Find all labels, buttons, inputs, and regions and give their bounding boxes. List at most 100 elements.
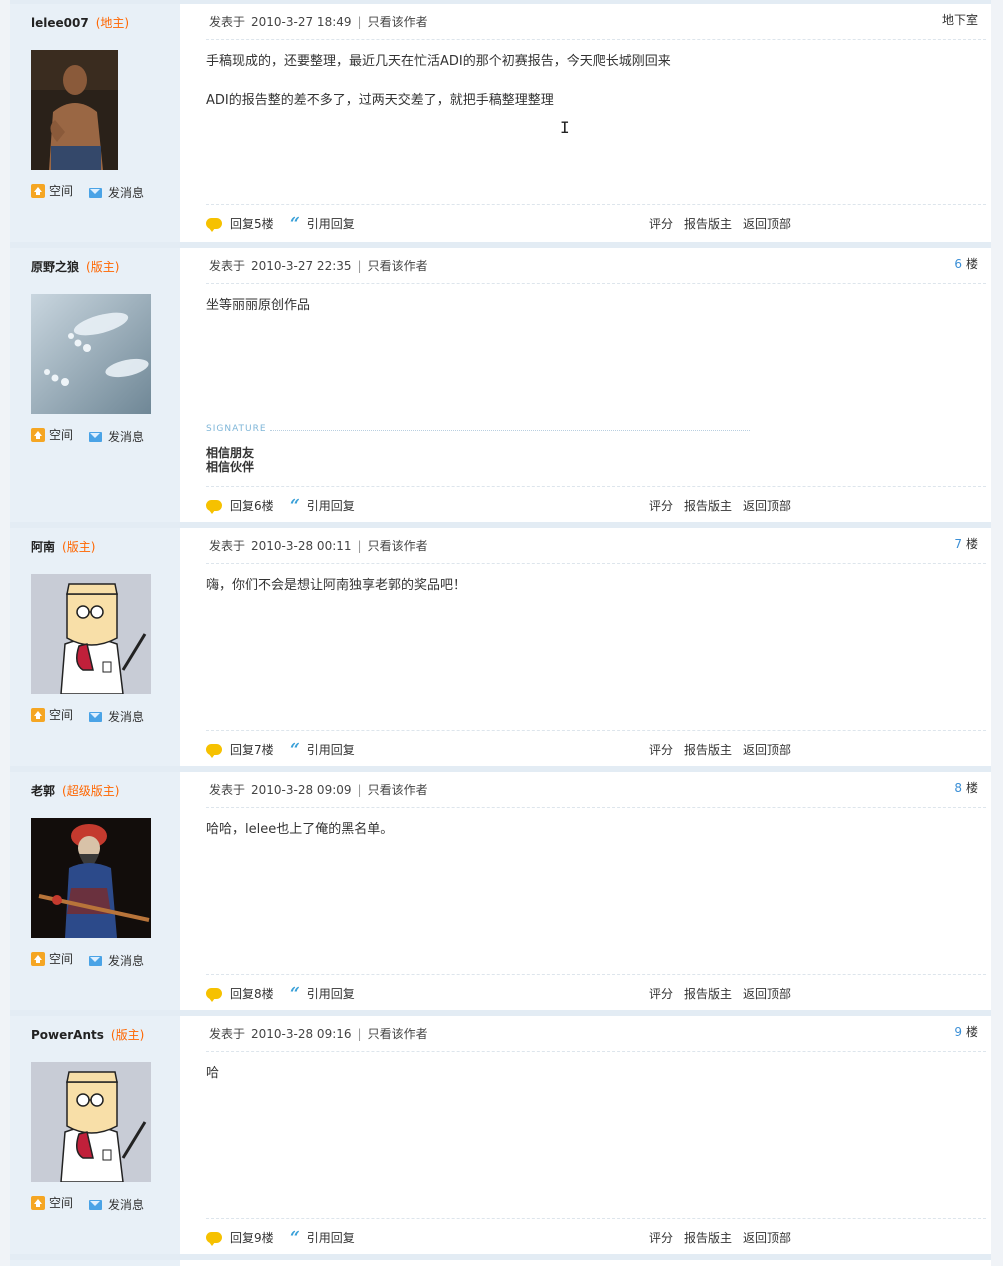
rate-link[interactable]: 评分 <box>649 987 673 1001</box>
post-floor-6-extras: SIGNATURE 相信朋友 相信伙伴 回复6楼 “引用回复 评分 报告版主 返回顶… <box>190 248 986 518</box>
back-top-link[interactable]: 返回顶部 <box>743 217 791 231</box>
quote-icon: “ <box>290 1227 300 1248</box>
rate-link[interactable]: 评分 <box>649 743 673 757</box>
reply-bubble-icon <box>206 988 222 1002</box>
post-paragraph: 手稿现成的，还要整理，最近几天在忙活ADI的那个初赛报告，今天爬长城刚回来 <box>206 54 671 69</box>
space-link[interactable]: 空间 <box>31 1194 73 1211</box>
message-link[interactable]: 发消息 <box>89 184 144 201</box>
avatar[interactable] <box>31 574 151 694</box>
only-author-link[interactable]: 只看该作者 <box>368 1027 428 1041</box>
post-floor-7: 阿南 (版主) 空间 发消息 发表于 2010-3-28 00:11 | 只看该… <box>10 522 991 766</box>
home-icon <box>31 1195 45 1210</box>
report-link[interactable]: 报告版主 <box>684 217 732 231</box>
author-username[interactable]: 老郭 <box>31 784 55 798</box>
post-time: 2010-3-28 00:11 <box>251 539 352 553</box>
home-icon <box>31 427 45 442</box>
post-actions: 评分 报告版主 返回顶部 <box>649 497 802 514</box>
mail-icon <box>89 711 103 722</box>
back-top-link[interactable]: 返回顶部 <box>743 987 791 1001</box>
post-content: 哈哈，lelee也上了俺的黑名单。 <box>206 820 966 859</box>
post-paragraph: ADI的报告整的差不多了，过两天交差了，就把手稿整理整理 <box>206 93 554 108</box>
footer-divider <box>206 1218 986 1219</box>
author-username[interactable]: PowerAnts <box>31 1028 104 1042</box>
floor-label[interactable]: 8楼 <box>954 779 978 796</box>
author-info: 老郭 (超级版主) <box>31 782 119 799</box>
quote-icon: “ <box>290 213 300 234</box>
author-sidebar: PowerAnts (版主) 空间 发消息 <box>10 1016 180 1266</box>
report-link[interactable]: 报告版主 <box>684 1231 732 1245</box>
quote-reply-button[interactable]: “引用回复 <box>290 215 355 232</box>
post-actions: 评分 报告版主 返回顶部 <box>649 215 802 232</box>
report-link[interactable]: 报告版主 <box>684 987 732 1001</box>
message-link[interactable]: 发消息 <box>89 708 144 725</box>
report-link[interactable]: 报告版主 <box>684 743 732 757</box>
floor-label[interactable]: 地下室 <box>942 11 978 28</box>
avatar[interactable] <box>31 818 151 938</box>
back-top-link[interactable]: 返回顶部 <box>743 743 791 757</box>
quote-reply-button[interactable]: “引用回复 <box>290 985 355 1002</box>
author-role: (版主) <box>110 1028 145 1042</box>
reply-button[interactable]: 回复7楼 <box>206 741 274 758</box>
quote-reply-button[interactable]: “引用回复 <box>290 1229 355 1246</box>
rate-link[interactable]: 评分 <box>649 499 673 513</box>
reply-button[interactable]: 回复9楼 <box>206 1229 274 1246</box>
author-links: 空间 发消息 <box>31 426 160 445</box>
author-role: (超级版主) <box>62 784 120 798</box>
reply-button[interactable]: 回复8楼 <box>206 985 274 1002</box>
message-link[interactable]: 发消息 <box>89 952 144 969</box>
back-top-link[interactable]: 返回顶部 <box>743 499 791 513</box>
report-link[interactable]: 报告版主 <box>684 499 732 513</box>
post-meta: 发表于 2010-3-28 00:11 | 只看该作者 <box>209 539 428 553</box>
message-link[interactable]: 发消息 <box>89 1196 144 1213</box>
avatar-cartoon-office-guy-icon <box>31 574 151 694</box>
rate-link[interactable]: 评分 <box>649 217 673 231</box>
mail-icon <box>89 1199 103 1210</box>
floor-label[interactable]: 7楼 <box>954 535 978 552</box>
reply-button[interactable]: 回复5楼 <box>206 215 274 232</box>
only-author-link[interactable]: 只看该作者 <box>368 15 428 29</box>
avatar[interactable] <box>31 50 118 170</box>
meta-divider <box>206 807 986 808</box>
space-link[interactable]: 空间 <box>31 426 73 443</box>
home-icon <box>31 951 45 966</box>
floor-label[interactable]: 9楼 <box>954 1023 978 1040</box>
avatar[interactable] <box>31 294 151 414</box>
post-meta: 发表于 2010-3-28 09:09 | 只看该作者 <box>209 783 428 797</box>
author-username[interactable]: 阿南 <box>31 540 55 554</box>
space-link[interactable]: 空间 <box>31 182 73 199</box>
post-main: 发表于 2010-3-28 09:09 | 只看该作者 8楼 哈哈，lelee也上了俺… <box>190 772 986 1010</box>
back-top-link[interactable]: 返回顶部 <box>743 1231 791 1245</box>
avatar[interactable] <box>31 1062 151 1182</box>
author-links: 空间 发消息 <box>31 706 160 725</box>
avatar-shirtless-man-icon <box>31 50 118 170</box>
rate-link[interactable]: 评分 <box>649 1231 673 1245</box>
quote-reply-button[interactable]: “引用回复 <box>290 497 355 514</box>
post-separator <box>10 1254 991 1260</box>
only-author-link[interactable]: 只看该作者 <box>368 783 428 797</box>
author-username[interactable]: lelee007 <box>31 16 89 30</box>
only-author-link[interactable]: 只看该作者 <box>368 539 428 553</box>
author-info: lelee007 (地主) <box>31 14 129 31</box>
message-link[interactable]: 发消息 <box>89 428 144 445</box>
post-footer: 回复5楼 “引用回复 评分 报告版主 返回顶部 <box>206 215 986 232</box>
space-link[interactable]: 空间 <box>31 950 73 967</box>
post-footer: 回复7楼 “引用回复 评分 报告版主 返回顶部 <box>206 741 986 758</box>
footer-divider <box>206 974 986 975</box>
mail-icon <box>89 955 103 966</box>
author-role: (版主) <box>62 540 96 554</box>
post-main: 发表于 2010-3-28 00:11 | 只看该作者 7楼 嗨，你们不会是想让阿南独… <box>190 528 986 766</box>
quote-icon: “ <box>290 739 300 760</box>
reply-bubble-icon <box>206 218 222 232</box>
post-floor-5: lelee007 (地主) 空间 发消息 发表于 2010-3-27 18:49 | 只看… <box>10 0 991 242</box>
author-username[interactable]: 原野之狼 <box>31 260 79 274</box>
author-role: (地主) <box>95 16 130 30</box>
meta-divider <box>206 1051 986 1052</box>
post-content: 哈 <box>206 1064 966 1103</box>
reply-button[interactable]: 回复6楼 <box>206 497 274 514</box>
mail-icon <box>89 431 103 442</box>
post-paragraph: 哈哈，lelee也上了俺的黑名单。 <box>206 822 394 837</box>
author-links: 空间 发消息 <box>31 182 160 201</box>
quote-reply-button[interactable]: “引用回复 <box>290 741 355 758</box>
space-link[interactable]: 空间 <box>31 706 73 723</box>
post-paragraph: 哈 <box>206 1066 220 1081</box>
